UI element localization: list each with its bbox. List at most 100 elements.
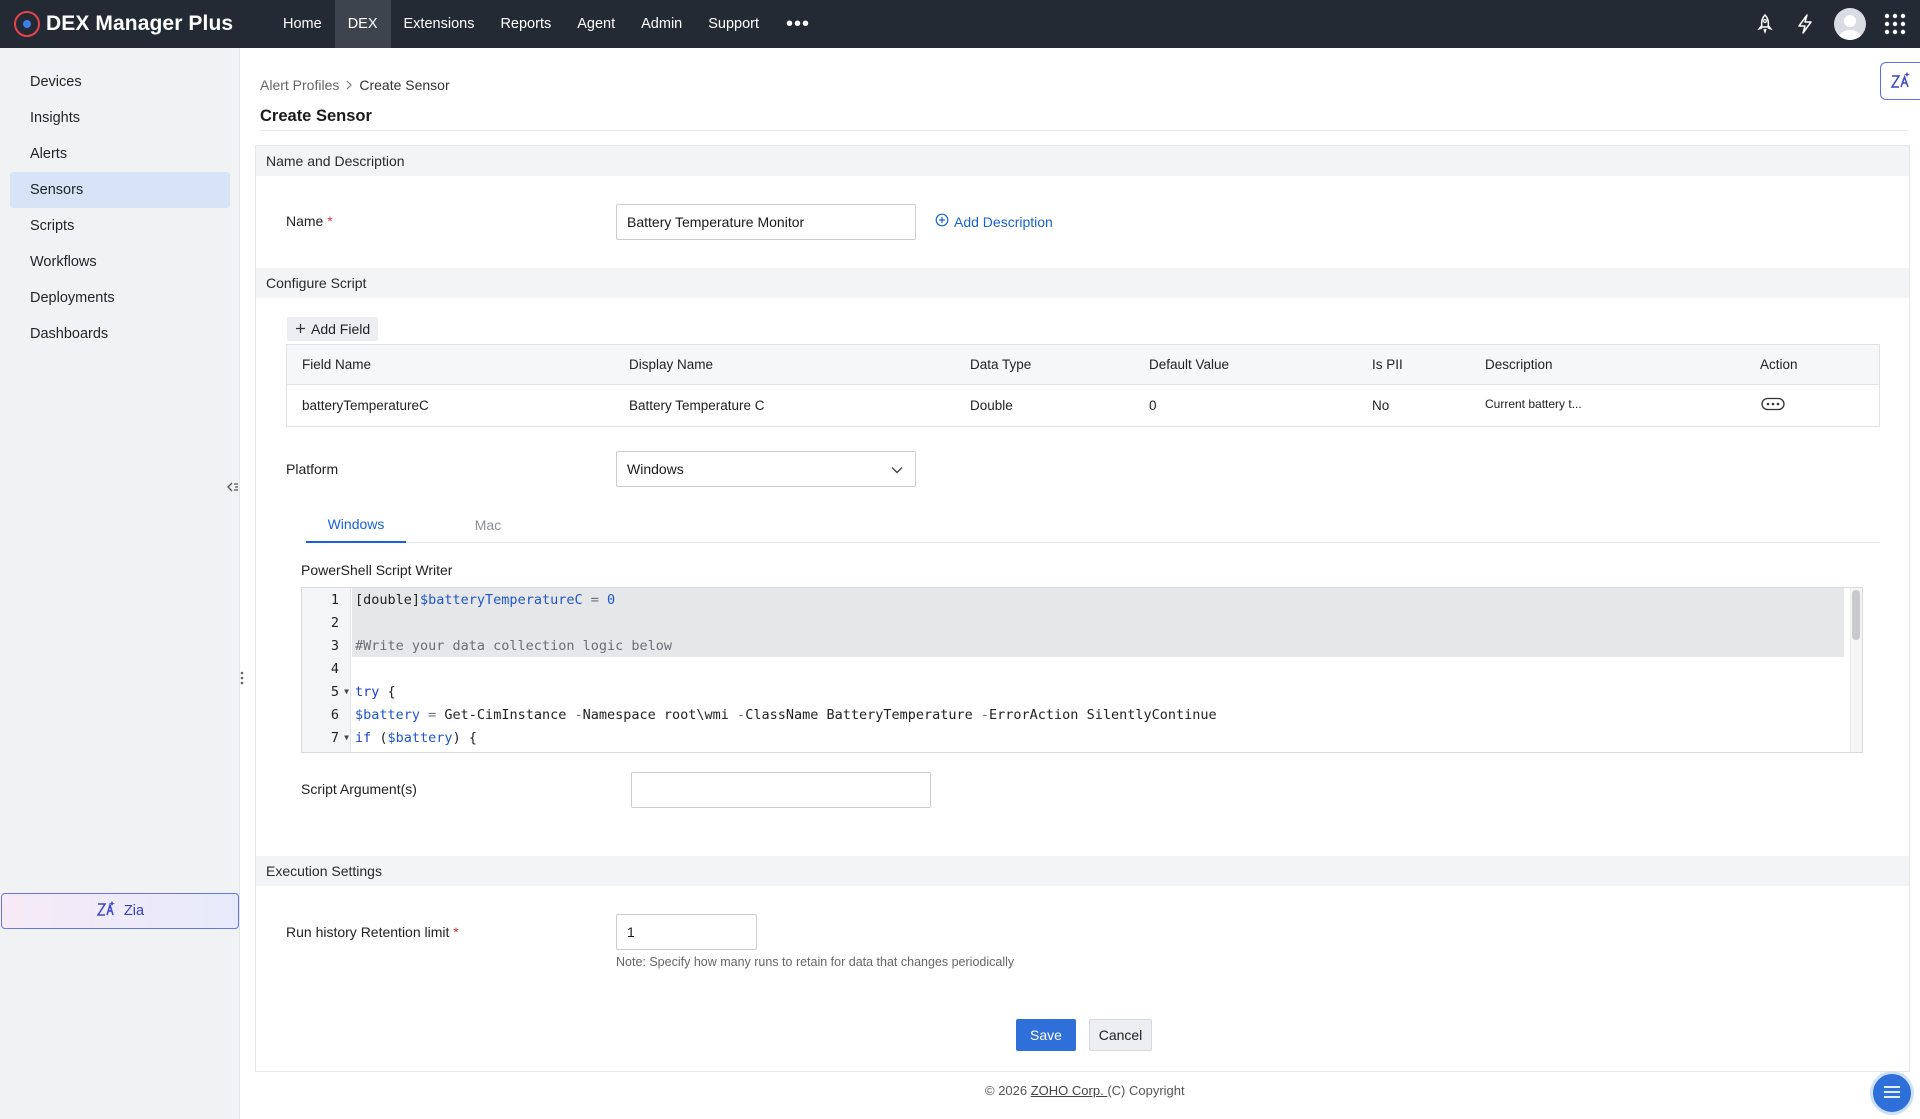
col-description: Description <box>1485 357 1553 372</box>
tab-windows[interactable]: Windows <box>306 507 406 543</box>
plus-icon <box>295 321 306 337</box>
footer-copyright: © 2026 ZOHO Corp. (C) Copyright <box>985 1083 1185 1098</box>
code-line-7: if ($battery) { <box>355 729 477 746</box>
nav-item-agent[interactable]: Agent <box>564 0 628 48</box>
name-input[interactable] <box>616 204 916 240</box>
nav-item-extensions[interactable]: Extensions <box>391 0 488 48</box>
platform-tabs: Windows Mac <box>306 507 1880 543</box>
main-nav: Home DEX Extensions Reports Agent Admin … <box>270 0 824 48</box>
page-title: Create Sensor <box>260 107 372 125</box>
add-field-button[interactable]: Add Field <box>287 317 379 341</box>
name-label: Name * <box>286 213 333 229</box>
retention-limit-label: Run history Retention limit * <box>286 924 459 940</box>
editor-scrollbar[interactable] <box>1852 590 1860 640</box>
resize-handle-icon[interactable] <box>236 662 248 694</box>
save-button[interactable]: Save <box>1016 1019 1076 1051</box>
hamburger-icon <box>1883 1085 1901 1102</box>
chevron-down-icon <box>891 461 903 477</box>
platform-select[interactable]: Windows <box>616 451 916 487</box>
sidebar-item-insights[interactable]: Insights <box>10 100 230 136</box>
zia-icon <box>96 900 116 922</box>
brand-logo-icon <box>14 11 40 37</box>
line-number: 6 <box>330 706 339 723</box>
line-number-foldable[interactable]: 7 ▼ <box>302 726 351 749</box>
cell-field-name: batteryTemperatureC <box>302 398 429 413</box>
zia-floating-icon[interactable] <box>1880 62 1920 100</box>
sidebar-item-sensors[interactable]: Sensors <box>10 172 230 208</box>
title-divider <box>260 130 1908 131</box>
col-default-value: Default Value <box>1149 357 1230 372</box>
app-name: DEX Manager Plus <box>46 12 234 35</box>
script-writer-label: PowerShell Script Writer <box>301 562 453 578</box>
nav-item-admin[interactable]: Admin <box>628 0 695 48</box>
section-configure-script: Configure Script <box>256 268 1909 298</box>
fields-table: Field Name Display Name Data Type Defaul… <box>286 344 1880 427</box>
zia-button[interactable]: Zia <box>1 893 239 929</box>
nav-item-support[interactable]: Support <box>695 0 772 48</box>
col-data-type: Data Type <box>970 357 1032 372</box>
code-line-6: $battery = Get-CimInstance - Namespace ro… <box>355 706 1217 723</box>
retention-limit-input[interactable] <box>616 914 757 950</box>
add-circle-icon <box>935 213 949 230</box>
sidebar-item-workflows[interactable]: Workflows <box>10 244 230 280</box>
cell-description: Current battery t... <box>1485 396 1582 411</box>
rocket-icon[interactable] <box>1754 13 1776 35</box>
fold-arrow-icon: ▼ <box>344 733 349 742</box>
breadcrumb-parent[interactable]: Alert Profiles <box>260 77 339 93</box>
brand[interactable]: DEX Manager Plus <box>0 0 270 48</box>
col-action: Action <box>1760 357 1798 372</box>
table-row: batteryTemperatureC Battery Temperature … <box>287 385 1879 426</box>
sidebar-item-devices[interactable]: Devices <box>10 64 230 100</box>
script-arguments-label: Script Argument(s) <box>301 781 417 797</box>
zia-label: Zia <box>123 903 145 919</box>
top-navigation-bar: DEX Manager Plus Home DEX Extensions Rep… <box>0 0 1920 48</box>
cell-is-pii: No <box>1372 398 1390 413</box>
line-number: 3 <box>330 637 339 654</box>
fold-arrow-icon: ▼ <box>344 687 349 696</box>
sidebar-item-deployments[interactable]: Deployments <box>10 280 230 316</box>
breadcrumb-current: Create Sensor <box>359 77 450 93</box>
apps-grid-icon[interactable] <box>1884 13 1906 35</box>
section-execution-settings: Execution Settings <box>256 856 1909 886</box>
sidebar: Devices Insights Alerts Sensors Scripts … <box>0 48 240 1119</box>
col-display-name: Display Name <box>629 357 714 372</box>
code-line-1: [double] $batteryTemperatureC = 0 <box>355 591 616 608</box>
section-name-description: Name and Description <box>256 146 1909 176</box>
breadcrumb: Alert Profiles Create Sensor <box>260 77 450 93</box>
add-description-link[interactable]: Add Description <box>935 213 1053 230</box>
line-number: 2 <box>330 614 339 631</box>
col-is-pii: Is PII <box>1372 357 1403 372</box>
platform-label: Platform <box>286 461 339 477</box>
code-line-5: try { <box>355 683 396 700</box>
nav-item-home[interactable]: Home <box>270 0 335 48</box>
row-actions-icon[interactable] <box>1761 383 1785 424</box>
top-right-actions <box>1754 0 1906 48</box>
cancel-button[interactable]: Cancel <box>1089 1019 1152 1051</box>
chevron-right-icon <box>345 77 353 93</box>
lightning-icon[interactable] <box>1794 13 1816 35</box>
collapse-sidebar-icon[interactable] <box>226 478 240 496</box>
floating-menu-button[interactable] <box>1870 1071 1914 1115</box>
line-number-gutter: 1 2 3 4 5 ▼ 6 7 ▼ <box>302 588 351 752</box>
cell-data-type: Double <box>970 398 1013 413</box>
line-number: 4 <box>330 660 339 677</box>
sidebar-item-dashboards[interactable]: Dashboards <box>10 316 230 352</box>
line-number: 1 <box>330 591 339 608</box>
sidebar-item-alerts[interactable]: Alerts <box>10 136 230 172</box>
code-editor[interactable]: 1 2 3 4 5 ▼ 6 7 ▼ [double] $batteryTemperat… <box>301 587 1863 753</box>
line-number-foldable[interactable]: 5 ▼ <box>302 680 351 703</box>
col-field-name: Field Name <box>302 357 372 372</box>
avatar[interactable] <box>1834 8 1866 40</box>
retention-note: Note: Specify how many runs to retain fo… <box>616 955 1015 969</box>
cell-display-name: Battery Temperature C <box>629 398 765 413</box>
script-arguments-input[interactable] <box>631 772 931 808</box>
nav-item-reports[interactable]: Reports <box>487 0 564 48</box>
more-menu-icon[interactable]: ••• <box>772 0 824 48</box>
sensor-form-card: Name and Description Name * Add Descript… <box>255 145 1910 1072</box>
tab-mac[interactable]: Mac <box>438 507 538 543</box>
code-line-3: #Write your data collection logic below <box>355 637 672 654</box>
cell-default-value: 0 <box>1149 398 1157 413</box>
nav-item-dex[interactable]: DEX <box>334 0 391 48</box>
sidebar-item-scripts[interactable]: Scripts <box>10 208 230 244</box>
zoho-link[interactable]: ZOHO Corp. <box>1031 1083 1108 1098</box>
